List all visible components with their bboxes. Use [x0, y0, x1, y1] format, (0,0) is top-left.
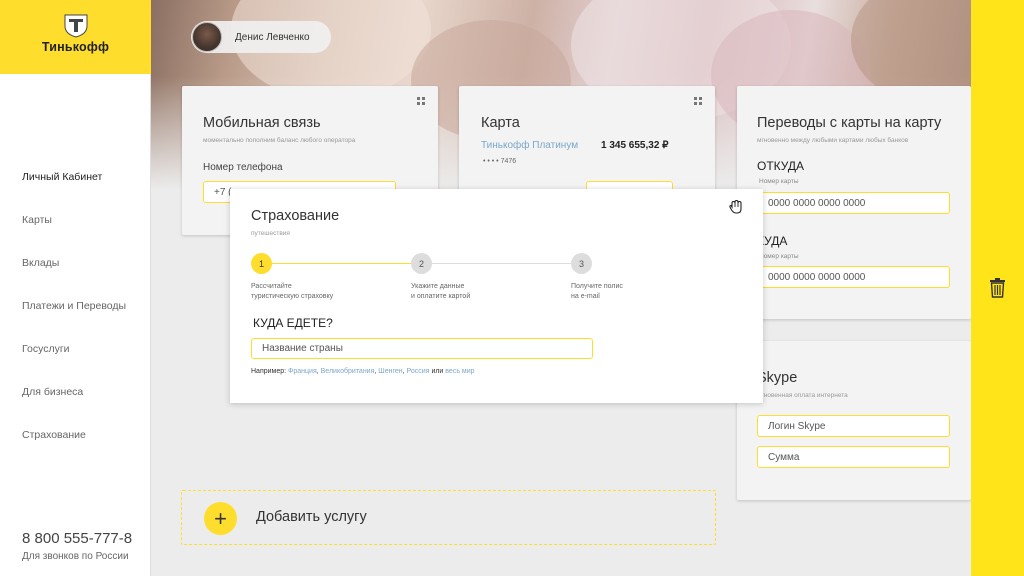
example-link-france[interactable]: Франция [288, 368, 317, 375]
skype-amount-input[interactable]: Сумма [757, 446, 950, 468]
card-title: Переводы с карты на карту [757, 115, 942, 131]
step-2-line1: Укажите данные [411, 283, 465, 290]
user-profile[interactable]: Денис Левченко [191, 21, 331, 53]
sidebar-nav: Личный Кабинет Карты Вклады Платежи и Пе… [22, 170, 126, 471]
sidebar-item-cards[interactable]: Карты [22, 213, 126, 256]
plus-icon: + [204, 502, 237, 535]
step-3-text: Получите полис на e-mail [571, 282, 691, 302]
card-name-link[interactable]: Тинькофф Платинум [481, 140, 578, 151]
country-examples: Например: Франция, Великобритания, Шенге… [251, 368, 475, 375]
step-line-pending [431, 263, 571, 264]
examples-or: или [431, 368, 444, 375]
step-2-indicator: 2 [411, 253, 432, 274]
phone-label: Номер телефона [203, 162, 283, 173]
tinkoff-emblem-icon [64, 14, 87, 38]
sidebar-item-business[interactable]: Для бизнеса [22, 385, 126, 428]
card-number-masked: • • • • 7476 [483, 158, 517, 165]
bank-card-widget: Карта Тинькофф Платинум 1 345 655,32 ₽ •… [459, 86, 715, 196]
sidebar-item-insurance[interactable]: Страхование [22, 428, 126, 471]
grab-hand-icon[interactable] [728, 198, 745, 215]
examples-prefix: Например: [251, 368, 287, 375]
support-phone[interactable]: 8 800 555-777-8 [22, 530, 132, 547]
brand-logo[interactable]: Тинькофф [0, 0, 151, 74]
support-phone-note: Для звонков по России [22, 551, 129, 562]
card-balance: 1 345 655,32 ₽ [601, 140, 669, 151]
sidebar-item-cabinet[interactable]: Личный Кабинет [22, 170, 126, 213]
country-input[interactable]: Название страны [251, 338, 593, 359]
sidebar: Тинькофф Личный Кабинет Карты Вклады Пла… [0, 0, 151, 576]
destination-question: КУДА ЕДЕТЕ? [253, 316, 333, 330]
card-subtitle: моментально пополним баланс любого опера… [203, 137, 356, 144]
sidebar-item-payments[interactable]: Платежи и Переводы [22, 299, 126, 342]
from-heading: ОТКУДА [757, 159, 805, 173]
step-1-line1: Рассчитайте [251, 283, 292, 290]
example-link-uk[interactable]: Великобритания [321, 368, 375, 375]
skype-card: Skype мгновенная оплата интернета Логин … [737, 341, 971, 500]
avatar [192, 22, 222, 52]
step-2-line2: и оплатите картой [411, 293, 471, 300]
user-name: Денис Левченко [235, 31, 310, 43]
step-1-text: Рассчитайте туристическую страховку [251, 282, 371, 302]
card-title: Skype [757, 370, 798, 386]
to-label: Номер карты [759, 253, 799, 260]
example-link-world[interactable]: весь мир [445, 368, 474, 375]
card-title: Мобильная связь [203, 115, 321, 131]
drag-handle-icon[interactable] [694, 97, 702, 105]
to-card-input[interactable]: 0000 0000 0000 0000 [757, 266, 950, 288]
step-3-line1: Получите полис [571, 283, 623, 290]
example-link-schengen[interactable]: Шенген [378, 368, 402, 375]
step-3-indicator: 3 [571, 253, 592, 274]
step-2-text: Укажите данные и оплатите картой [411, 282, 531, 302]
sidebar-item-deposits[interactable]: Вклады [22, 256, 126, 299]
example-link-russia[interactable]: Россия [407, 368, 430, 375]
drag-handle-icon[interactable] [417, 97, 425, 105]
brand-name: Тинькофф [41, 40, 110, 54]
modal-title: Страхование [251, 208, 340, 224]
add-service-label: Добавить услугу [256, 509, 367, 525]
trash-icon [990, 278, 1005, 298]
skype-login-input[interactable]: Логин Skype [757, 415, 950, 437]
from-label: Номер карты [759, 178, 799, 185]
step-3-line2: на e-mail [571, 293, 600, 300]
add-service-button[interactable]: + Добавить услугу [181, 490, 716, 545]
step-1-line2: туристическую страховку [251, 293, 334, 300]
transfer-card: Переводы с карты на карту мгновенно межд… [737, 86, 971, 319]
sidebar-item-gosuslugi[interactable]: Госуслуги [22, 342, 126, 385]
card-subtitle: мгновенная оплата интернета [757, 392, 848, 399]
insurance-modal: Страхование путешествия 1 2 3 Рассчитайт… [230, 189, 763, 403]
card-title: Карта [481, 115, 520, 131]
card-subtitle: мгновенно между любыми картами любых бан… [757, 137, 909, 144]
trash-drop-zone[interactable] [971, 0, 1024, 576]
step-line-done [272, 263, 411, 264]
step-1-indicator: 1 [251, 253, 272, 274]
modal-subtitle: путешествия [251, 230, 290, 237]
from-card-input[interactable]: 0000 0000 0000 0000 [757, 192, 950, 214]
